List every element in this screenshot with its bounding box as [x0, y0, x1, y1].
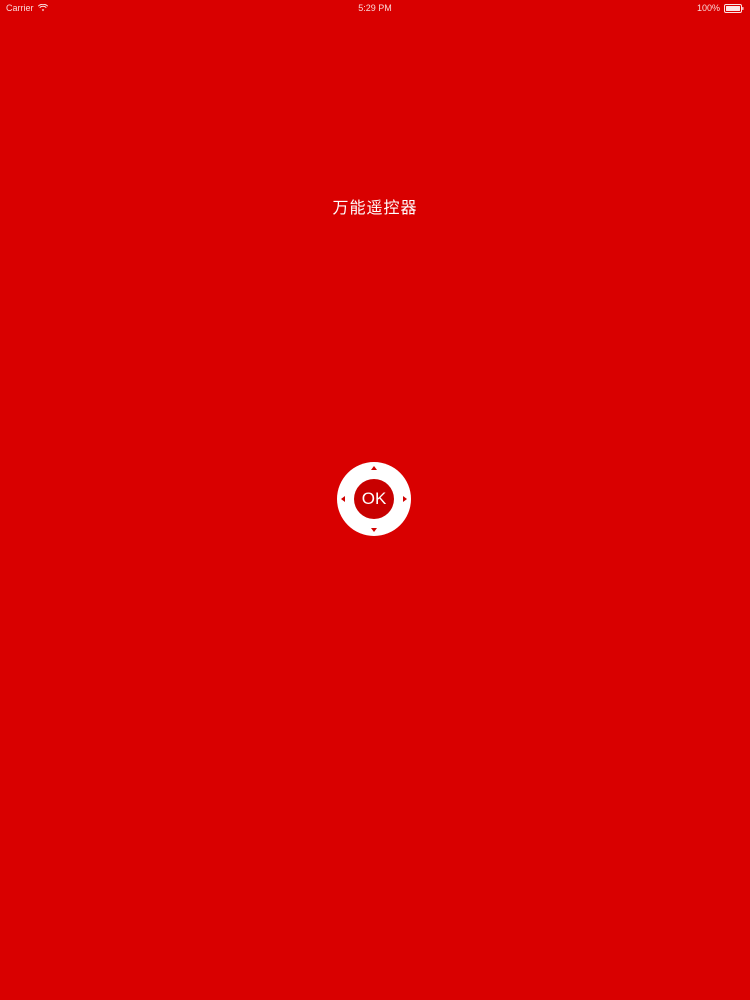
status-right: 100%	[697, 0, 744, 16]
battery-percent: 100%	[696, 3, 720, 13]
status-time: 5:29 PM	[358, 3, 392, 13]
status-bar: Carrier 5:29 PM 100%	[0, 0, 750, 16]
dpad-control[interactable]: OK	[337, 462, 411, 536]
battery-icon	[724, 3, 744, 13]
up-arrow-icon[interactable]	[371, 466, 377, 470]
right-arrow-icon[interactable]	[403, 496, 407, 502]
left-arrow-icon[interactable]	[341, 496, 345, 502]
down-arrow-icon[interactable]	[371, 528, 377, 532]
ok-button[interactable]: OK	[354, 479, 394, 519]
app-title: 万能遥控器	[332, 200, 418, 217]
remote-screen: Carrier 5:29 PM 100% 万能遥控器 OK	[0, 0, 750, 1000]
